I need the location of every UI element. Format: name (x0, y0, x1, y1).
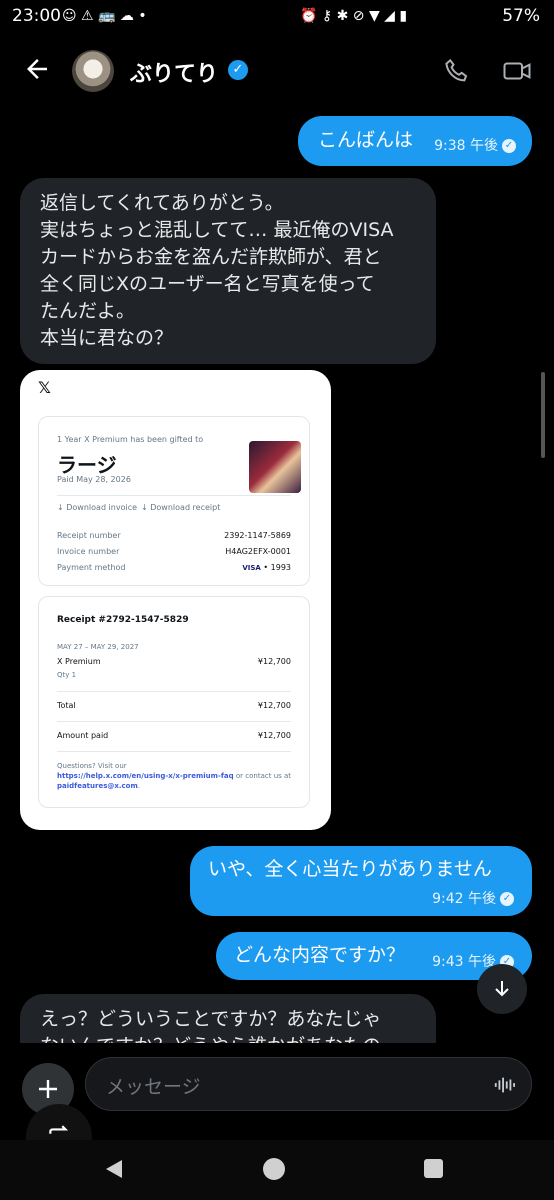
message-input[interactable]: メッセージ (85, 1057, 532, 1111)
plus-icon (39, 1080, 57, 1098)
back-arrow-icon[interactable] (22, 54, 52, 84)
footer-text: Questions? Visit our (57, 762, 127, 770)
receipt-image[interactable]: 𝕏 1 Year X Premium has been gifted to ラー… (20, 370, 331, 830)
message-bubble-outgoing[interactable]: こんばんは 9:38 午後 ✓ (298, 116, 532, 166)
download-invoice-label: Download invoice (66, 503, 138, 512)
message-meta: 9:42 午後 ✓ (432, 886, 514, 913)
recipient-name: ラージ (57, 453, 117, 477)
row-value: ¥12,700 (257, 701, 291, 710)
message-line: たんだよ。 (40, 300, 136, 322)
message-line: ないんですか？どうやら誰かがあなたの (40, 1033, 381, 1043)
back-nav-icon[interactable] (104, 1158, 124, 1180)
gift-line: 1 Year X Premium has been gifted to (57, 435, 204, 444)
receipt-number-row: Receipt number 2392-1147-5869 (57, 531, 291, 540)
email-link[interactable]: paidfeatures@x.com (57, 782, 138, 790)
recents-nav-icon[interactable] (424, 1159, 443, 1178)
amount-paid-row: Amount paid ¥12,700 (57, 731, 291, 740)
verified-icon: ✓ (228, 60, 248, 80)
message-line: 本当に君なの？ (40, 327, 174, 349)
download-receipt-label: Download receipt (150, 503, 221, 512)
voice-icon[interactable] (493, 1074, 515, 1096)
row-value: VISA • 1993 (242, 563, 291, 572)
receipt-title: Receipt #2792-1547-5829 (57, 615, 189, 625)
row-label: Total (57, 701, 76, 710)
download-receipt-link[interactable]: ↓ Download receipt (141, 503, 220, 512)
video-icon[interactable] (502, 56, 532, 86)
gift-card: 1 Year X Premium has been gifted to ラージ … (38, 416, 310, 586)
item-qty: Qty 1 (57, 671, 77, 679)
item-row: X Premium ¥12,700 (57, 657, 291, 666)
battery-level: 57% (502, 6, 540, 26)
status-time: 23:00 (12, 6, 61, 26)
receipt-footer: Questions? Visit our https://help.x.com/… (57, 761, 297, 791)
phone-icon[interactable] (442, 56, 472, 86)
message-bubble-incoming[interactable]: えっ？どういうことですか？あなたじゃ ないんですか？どうやら誰かがあなたの (20, 994, 436, 1043)
scrollbar[interactable] (541, 372, 545, 458)
status-bar: 23:00 ☺ ⚠ 🚌 ☁ • ⏰ ⚷ ✱ ⊘ ▼ ◢ ▮ 57% (0, 0, 554, 34)
message-bubble-incoming[interactable]: 返信してくれてありがとう。 実はちょっと混乱してて… 最近俺のVISA カードか… (20, 178, 436, 364)
message-line: カードからお金を盗んだ詐欺師が、君と (40, 246, 382, 268)
message-placeholder: メッセージ (106, 1076, 201, 1098)
system-navigation-bar (0, 1140, 554, 1200)
message-line: 実はちょっと混乱してて… 最近俺のVISA (40, 219, 394, 241)
system-icons: ⏰ ⚷ ✱ ⊘ ▼ ◢ ▮ (300, 8, 408, 24)
divider (57, 691, 291, 692)
message-text: こんばんは (318, 129, 414, 151)
x-logo-icon: 𝕏 (38, 378, 51, 397)
message-text: 返信してくれてありがとう。 実はちょっと混乱してて… 最近俺のVISA カードか… (40, 190, 393, 352)
message-time: 9:38 午後 (434, 138, 498, 154)
divider (57, 721, 291, 722)
message-line: 全く同じXのユーザー名と写真を使って (40, 273, 375, 295)
download-invoice-link[interactable]: ↓ Download invoice (57, 503, 137, 512)
conversation-header: ぶりてり ✓ (0, 36, 554, 108)
card-last4: • 1993 (263, 563, 291, 572)
row-value: ¥12,700 (257, 731, 291, 740)
recipient-avatar (249, 441, 301, 493)
notification-icons: ☺ ⚠ 🚌 ☁ • (62, 8, 147, 24)
message-time: 9:43 午後 (432, 954, 496, 970)
receipt-card: Receipt #2792-1547-5829 MAY 27 – MAY 29,… (38, 596, 310, 808)
message-text: いや、全く心当たりがありません (208, 858, 492, 880)
read-receipt-icon: ✓ (502, 139, 516, 153)
avatar[interactable] (72, 50, 114, 92)
message-meta: 9:38 午後 ✓ (434, 133, 516, 160)
scroll-down-icon (495, 981, 509, 997)
contact-name[interactable]: ぶりてり (130, 56, 218, 88)
row-label: Invoice number (57, 547, 120, 556)
footer-text: . (137, 782, 141, 790)
divider (57, 751, 291, 752)
total-row: Total ¥12,700 (57, 701, 291, 710)
item-price: ¥12,700 (257, 657, 291, 666)
paid-date: Paid May 28, 2026 (57, 475, 131, 484)
row-label: Amount paid (57, 731, 109, 740)
message-line: えっ？どういうことですか？あなたじゃ (40, 1008, 382, 1030)
row-label: Payment method (57, 563, 126, 572)
billing-period: MAY 27 – MAY 29, 2027 (57, 643, 139, 651)
item-name: X Premium (57, 657, 101, 666)
row-value: H4AG2EFX-0001 (225, 547, 291, 556)
message-bubble-outgoing[interactable]: いや、全く心当たりがありません 9:42 午後 ✓ (190, 846, 532, 916)
divider (57, 495, 291, 496)
row-value: 2392-1147-5869 (224, 531, 291, 540)
payment-method-row: Payment method VISA • 1993 (57, 563, 291, 572)
message-time: 9:42 午後 (432, 891, 496, 907)
invoice-number-row: Invoice number H4AG2EFX-0001 (57, 547, 291, 556)
message-text: えっ？どういうことですか？あなたじゃ ないんですか？どうやら誰かがあなたの (40, 1006, 381, 1043)
home-nav-icon[interactable] (263, 1158, 285, 1180)
message-text: どんな内容ですか？ (234, 944, 406, 966)
read-receipt-icon: ✓ (500, 892, 514, 906)
row-label: Receipt number (57, 531, 121, 540)
visa-icon: VISA (242, 564, 261, 572)
scroll-down-button[interactable] (477, 964, 527, 1014)
message-list[interactable]: こんばんは 9:38 午後 ✓ 返信してくれてありがとう。 実はちょっと混乱してて… (0, 108, 554, 1043)
footer-text: or contact us at (233, 772, 292, 780)
faq-link[interactable]: https://help.x.com/en/using-x/x-premium-… (57, 772, 234, 780)
message-line: 返信してくれてありがとう。 (40, 192, 284, 214)
